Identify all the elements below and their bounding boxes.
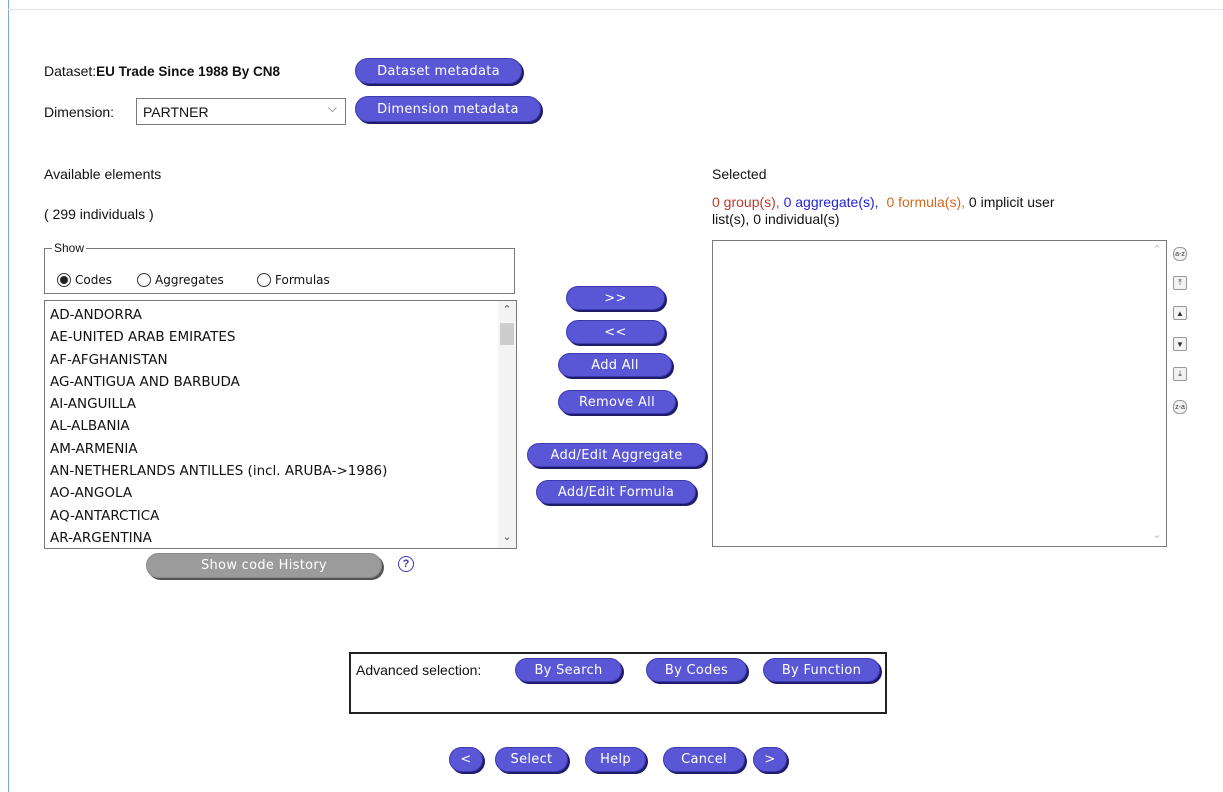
- available-count: ( 299 individuals ): [44, 206, 154, 222]
- selected-list[interactable]: ⌃ ⌄: [712, 240, 1167, 547]
- radio-codes-icon: [57, 273, 71, 287]
- cancel-button[interactable]: Cancel: [663, 747, 745, 772]
- radio-formulas-label: Formulas: [275, 273, 330, 287]
- available-list[interactable]: AD-ANDORRA AE-UNITED ARAB EMIRATES AF-AF…: [44, 300, 517, 549]
- remove-selected-button[interactable]: <<: [566, 320, 665, 344]
- list-item[interactable]: AR-ARGENTINA: [45, 527, 516, 548]
- list-item[interactable]: AQ-ANTARCTICA: [45, 505, 516, 527]
- dataset-name: EU Trade Since 1988 By CN8: [96, 64, 280, 79]
- advanced-selection-label: Advanced selection:: [356, 662, 482, 678]
- list-item[interactable]: AF-AFGHANISTAN: [45, 349, 516, 371]
- list-item[interactable]: AG-ANTIGUA AND BARBUDA: [45, 371, 516, 393]
- radio-aggregates[interactable]: Aggregates: [137, 273, 224, 287]
- radio-aggregates-icon: [137, 273, 151, 287]
- next-button[interactable]: >: [753, 747, 787, 772]
- selected-formulas-count: 0 formula(s),: [886, 194, 966, 210]
- radio-codes-label: Codes: [75, 273, 112, 287]
- list-item[interactable]: AI-ANGUILLA: [45, 393, 516, 415]
- scroll-down-icon[interactable]: ⌄: [498, 530, 516, 546]
- available-scrollbar[interactable]: ⌃ ⌄: [498, 301, 516, 548]
- show-legend: Show: [52, 241, 87, 255]
- list-item[interactable]: AO-ANGOLA: [45, 482, 516, 504]
- move-up-icon[interactable]: ▲: [1173, 306, 1187, 320]
- add-edit-formula-button[interactable]: Add/Edit Formula: [536, 480, 696, 504]
- remove-all-button[interactable]: Remove All: [558, 390, 676, 414]
- by-function-button[interactable]: By Function: [763, 658, 880, 682]
- previous-button[interactable]: <: [449, 747, 483, 772]
- list-item[interactable]: AL-ALBANIA: [45, 415, 516, 437]
- move-bottom-icon[interactable]: ⤓: [1173, 367, 1187, 381]
- list-item[interactable]: AM-ARMENIA: [45, 438, 516, 460]
- chevron-down-icon: ⌵: [327, 101, 337, 115]
- scroll-up-icon[interactable]: ⌃: [498, 303, 516, 319]
- select-button[interactable]: Select: [495, 747, 568, 772]
- dimension-label: Dimension:: [44, 104, 115, 120]
- show-fieldset: [44, 248, 515, 294]
- help-question-icon[interactable]: ?: [398, 556, 414, 572]
- selected-title: Selected: [712, 166, 767, 182]
- selected-rest-line2: list(s), 0 individual(s): [712, 211, 840, 227]
- add-edit-aggregate-button[interactable]: Add/Edit Aggregate: [527, 443, 706, 467]
- available-elements-title: Available elements: [44, 166, 162, 182]
- dimension-metadata-button[interactable]: Dimension metadata: [355, 96, 541, 122]
- radio-formulas-icon: [257, 273, 271, 287]
- scroll-thumb[interactable]: [500, 323, 514, 345]
- dimension-selected-value: PARTNER: [143, 103, 209, 120]
- dataset-metadata-button[interactable]: Dataset metadata: [355, 58, 522, 84]
- by-codes-button[interactable]: By Codes: [646, 658, 747, 682]
- selected-rest-line1: 0 implicit user: [968, 194, 1055, 210]
- page-top-border: [8, 9, 1223, 10]
- scroll-up-icon[interactable]: ⌃: [1148, 243, 1166, 259]
- add-selected-button[interactable]: >>: [566, 286, 665, 310]
- scroll-down-icon[interactable]: ⌄: [1148, 528, 1166, 544]
- selected-summary: 0 group(s), 0 aggregate(s), 0 formula(s)…: [712, 194, 1182, 228]
- radio-formulas[interactable]: Formulas: [257, 273, 330, 287]
- radio-aggregates-label: Aggregates: [155, 273, 224, 287]
- list-item[interactable]: AE-UNITED ARAB EMIRATES: [45, 326, 516, 348]
- sort-az-icon[interactable]: a-z: [1173, 247, 1187, 261]
- move-down-icon[interactable]: ▼: [1173, 337, 1187, 351]
- selected-scrollbar[interactable]: ⌃ ⌄: [1148, 241, 1166, 546]
- show-code-history-button[interactable]: Show code History: [146, 553, 382, 578]
- dimension-select[interactable]: PARTNER ⌵: [136, 98, 346, 125]
- dataset-label: Dataset:: [44, 63, 97, 79]
- add-all-button[interactable]: Add All: [558, 353, 672, 377]
- selected-groups-count: 0 group(s),: [712, 194, 780, 210]
- move-top-icon[interactable]: ⤒: [1173, 276, 1187, 290]
- dataset-line: Dataset:EU Trade Since 1988 By CN8: [44, 63, 280, 79]
- selected-aggregates-count: 0 aggregate(s),: [783, 194, 879, 210]
- list-item[interactable]: AD-ANDORRA: [45, 304, 516, 326]
- sort-za-icon[interactable]: z-a: [1173, 400, 1187, 414]
- by-search-button[interactable]: By Search: [515, 658, 622, 682]
- list-item[interactable]: AN-NETHERLANDS ANTILLES (incl. ARUBA->19…: [45, 460, 516, 482]
- radio-codes[interactable]: Codes: [57, 273, 112, 287]
- help-button[interactable]: Help: [585, 747, 646, 772]
- page-left-border: [8, 0, 9, 792]
